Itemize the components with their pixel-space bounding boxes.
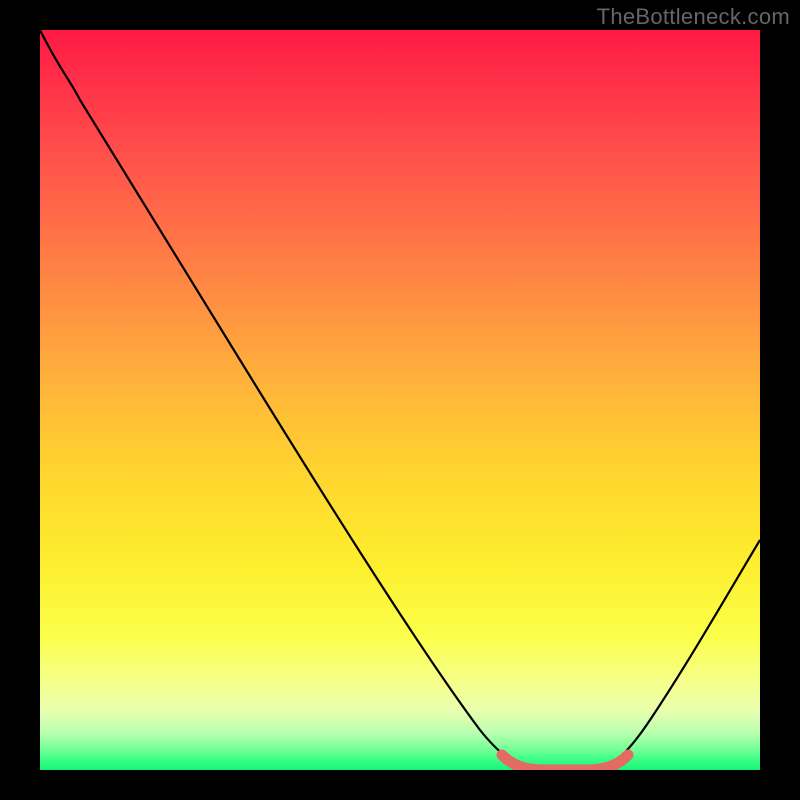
watermark-text: TheBottleneck.com [597, 4, 790, 30]
curve-layer [40, 30, 760, 770]
plot-area [40, 30, 760, 770]
bottleneck-curve [40, 30, 760, 767]
chart-container: TheBottleneck.com [0, 0, 800, 800]
optimal-range-highlight [502, 755, 628, 770]
